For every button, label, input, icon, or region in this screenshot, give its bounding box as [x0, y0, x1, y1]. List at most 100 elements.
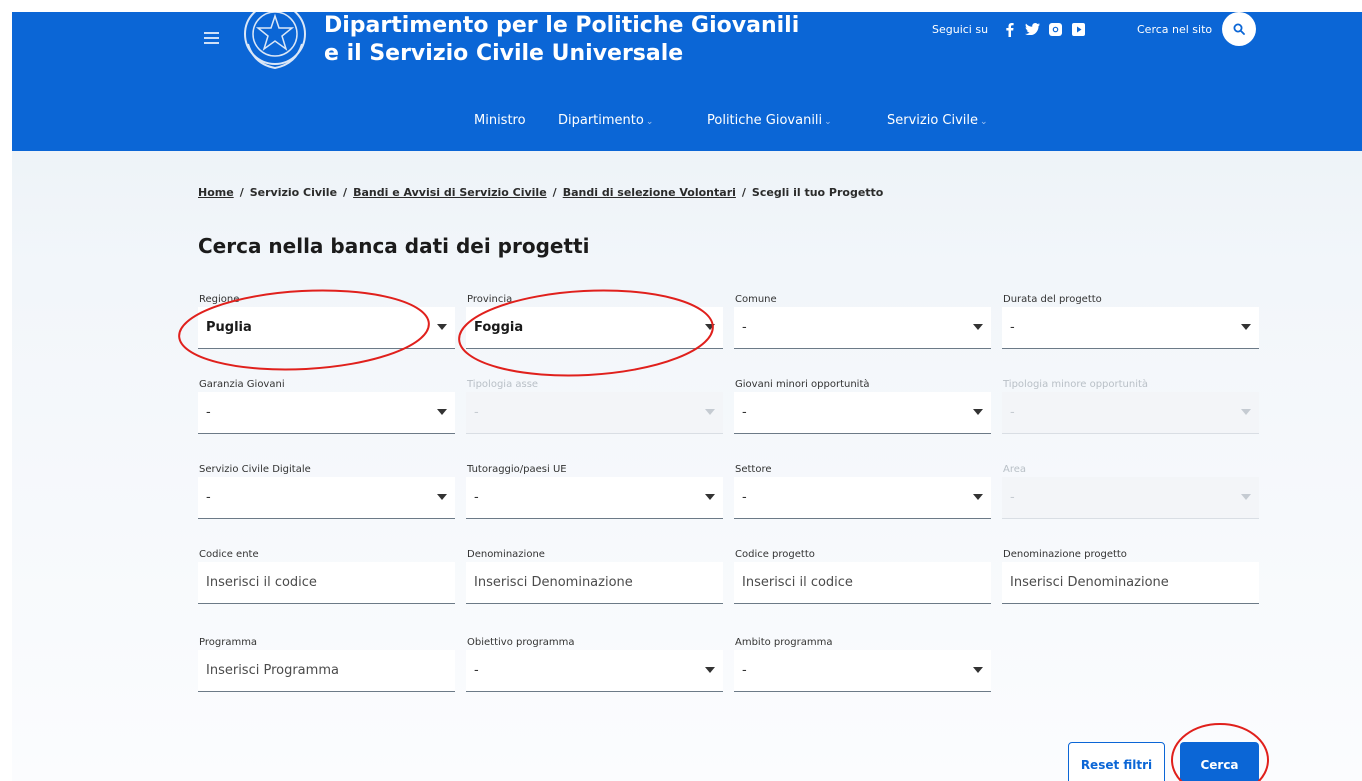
follow-label: Seguici su	[932, 22, 989, 36]
garanzia-giovani-label: Garanzia Giovani	[199, 379, 285, 390]
site-search[interactable]: Cerca nel sito	[1137, 12, 1257, 46]
codice-ente-input[interactable]: Inserisci il codice	[198, 562, 455, 604]
tutoraggio-value: -	[474, 490, 479, 505]
denominazione-progetto-placeholder: Inserisci Denominazione	[1010, 575, 1169, 590]
digitale-select[interactable]: -	[198, 477, 455, 519]
codice-ente-label: Codice ente	[199, 549, 259, 560]
provincia-value: Foggia	[474, 320, 524, 335]
site-search-label: Cerca nel sito	[1137, 22, 1213, 36]
tipologia-asse-field: Tipologia asse -	[466, 378, 723, 434]
breadcrumb: Home / Servizio Civile / Bandi e Avvisi di S…	[198, 186, 883, 199]
ambito-programma-field: Ambito programma -	[734, 636, 991, 692]
instagram-icon[interactable]	[1048, 22, 1063, 37]
ambito-programma-select[interactable]: -	[734, 650, 991, 692]
area-value: -	[1010, 490, 1015, 505]
codice-progetto-placeholder: Inserisci il codice	[742, 575, 853, 590]
tutoraggio-field: Tutoraggio/paesi UE -	[466, 463, 723, 519]
breadcrumb-separator: /	[552, 186, 557, 199]
nav-item-label: Politiche Giovanili	[707, 113, 823, 128]
caret-down-icon	[1241, 494, 1251, 500]
nav-item-servizio-civile[interactable]: Servizio Civile ⌄	[887, 113, 988, 128]
breadcrumb-home[interactable]: Home	[198, 186, 234, 199]
area-field: Area -	[1002, 463, 1259, 519]
codice-progetto-label: Codice progetto	[735, 549, 815, 560]
caret-down-icon	[1241, 324, 1251, 330]
denominazione-field: Denominazione Inserisci Denominazione	[466, 548, 723, 604]
chevron-down-icon: ⌄	[824, 117, 832, 127]
tutoraggio-label: Tutoraggio/paesi UE	[467, 464, 567, 475]
nav-item-label: Ministro	[474, 113, 526, 128]
nav-item-dipartimento[interactable]: Dipartimento ⌄	[558, 113, 653, 128]
durata-field: Durata del progetto -	[1002, 293, 1259, 349]
search-button[interactable]: Cerca	[1180, 742, 1259, 781]
tutoraggio-select[interactable]: -	[466, 477, 723, 519]
caret-down-icon	[705, 324, 715, 330]
area-select: -	[1002, 477, 1259, 519]
twitter-icon[interactable]	[1025, 22, 1041, 37]
site-title[interactable]: Dipartimento per le Politiche Giovanili …	[324, 12, 799, 68]
nav-item-label: Dipartimento	[558, 113, 644, 128]
caret-down-icon	[973, 494, 983, 500]
facebook-icon[interactable]	[1002, 22, 1017, 37]
site-header: Dipartimento per le Politiche Giovanili …	[12, 12, 1362, 151]
nav-item-label: Servizio Civile	[887, 113, 979, 128]
breadcrumb-servizio-civile: Servizio Civile	[249, 186, 338, 199]
settore-value: -	[742, 490, 747, 505]
provincia-select[interactable]: Foggia	[466, 307, 723, 349]
breadcrumb-bandi-avvisi[interactable]: Bandi e Avvisi di Servizio Civile	[353, 186, 547, 199]
provincia-field: Provincia Foggia	[466, 293, 723, 349]
durata-select[interactable]: -	[1002, 307, 1259, 349]
tipologia-asse-select: -	[466, 392, 723, 434]
reset-filters-button[interactable]: Reset filtri	[1068, 742, 1165, 781]
codice-ente-field: Codice ente Inserisci il codice	[198, 548, 455, 604]
hamburger-menu-icon[interactable]	[204, 32, 219, 44]
main-nav: Ministro Dipartimento ⌄ Politiche Giovani…	[12, 113, 1362, 141]
obiettivo-programma-value: -	[474, 663, 479, 678]
obiettivo-programma-select[interactable]: -	[466, 650, 723, 692]
codice-progetto-input[interactable]: Inserisci il codice	[734, 562, 991, 604]
breadcrumb-bandi-selezione[interactable]: Bandi di selezione Volontari	[563, 186, 736, 199]
nav-item-ministro[interactable]: Ministro	[474, 113, 526, 128]
breadcrumb-separator: /	[343, 186, 348, 199]
caret-down-icon	[973, 667, 983, 673]
programma-input[interactable]: Inserisci Programma	[198, 650, 455, 692]
caret-down-icon	[705, 667, 715, 673]
site-title-line2: e il Servizio Civile Universale	[324, 41, 684, 66]
durata-value: -	[1010, 320, 1015, 335]
breadcrumb-separator: /	[741, 186, 746, 199]
comune-label: Comune	[735, 294, 777, 305]
page-title: Cerca nella banca dati dei progetti	[198, 234, 590, 258]
codice-ente-placeholder: Inserisci il codice	[206, 575, 317, 590]
social-links: Seguici su	[932, 12, 1086, 46]
regione-select[interactable]: Puglia	[198, 307, 455, 349]
durata-label: Durata del progetto	[1003, 294, 1102, 305]
comune-value: -	[742, 320, 747, 335]
digitale-label: Servizio Civile Digitale	[199, 464, 311, 475]
caret-down-icon	[437, 409, 447, 415]
denominazione-progetto-label: Denominazione progetto	[1003, 549, 1127, 560]
obiettivo-programma-label: Obiettivo programma	[467, 637, 575, 648]
denominazione-progetto-field: Denominazione progetto Inserisci Denomin…	[1002, 548, 1259, 604]
denominazione-progetto-input[interactable]: Inserisci Denominazione	[1002, 562, 1259, 604]
comune-select[interactable]: -	[734, 307, 991, 349]
search-icon[interactable]	[1222, 12, 1257, 46]
page: Dipartimento per le Politiche Giovanili …	[12, 12, 1362, 781]
settore-select[interactable]: -	[734, 477, 991, 519]
caret-down-icon	[1241, 409, 1251, 415]
nav-item-politiche-giovanili[interactable]: Politiche Giovanili ⌄	[707, 113, 832, 128]
ambito-programma-label: Ambito programma	[735, 637, 833, 648]
garanzia-giovani-select[interactable]: -	[198, 392, 455, 434]
chevron-down-icon: ⌄	[645, 117, 654, 127]
caret-down-icon	[437, 324, 447, 330]
comune-field: Comune -	[734, 293, 991, 349]
tipologia-asse-value: -	[474, 405, 479, 420]
youtube-icon[interactable]	[1071, 22, 1086, 37]
digitale-field: Servizio Civile Digitale -	[198, 463, 455, 519]
caret-down-icon	[973, 324, 983, 330]
digitale-value: -	[206, 490, 211, 505]
obiettivo-programma-field: Obiettivo programma -	[466, 636, 723, 692]
giovani-minori-select[interactable]: -	[734, 392, 991, 434]
denominazione-input[interactable]: Inserisci Denominazione	[466, 562, 723, 604]
programma-label: Programma	[199, 637, 258, 648]
regione-value: Puglia	[206, 320, 252, 335]
